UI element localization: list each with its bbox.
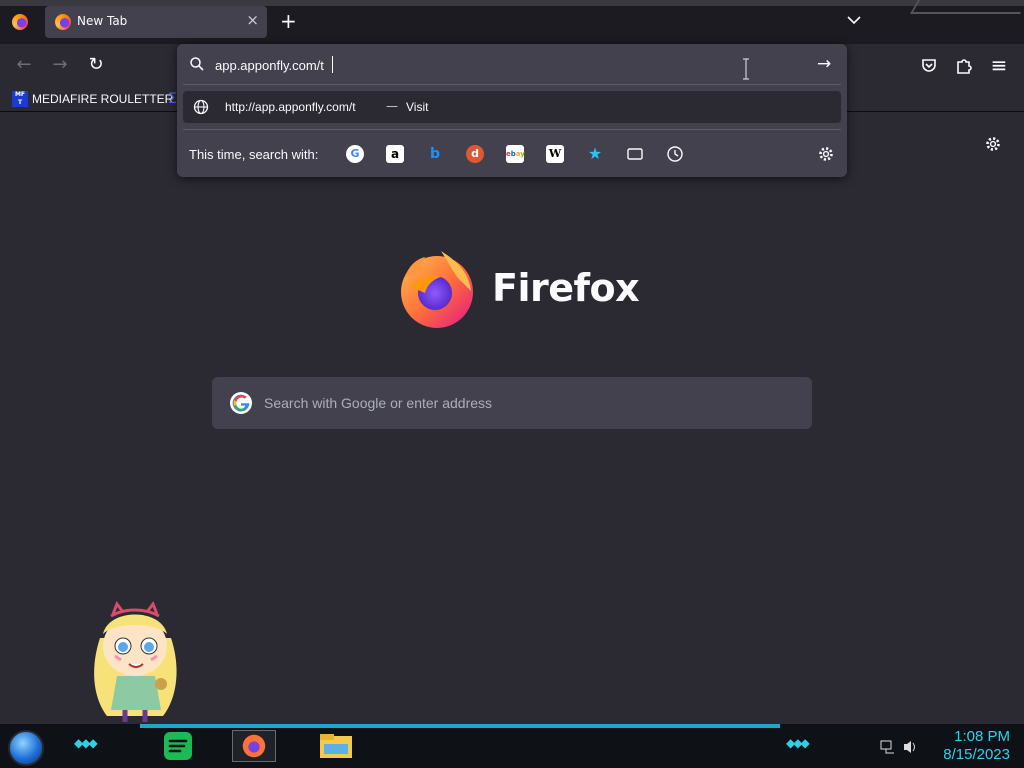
extensions-puzzle-icon[interactable] xyxy=(953,54,975,76)
system-clock[interactable]: 1:08 PM 8/15/2023 xyxy=(930,728,1010,764)
taskbar: ◆◆◆ ◆◆◆ 1:08 PM 8/15/2023 xyxy=(0,724,1024,768)
firefox-view-icon[interactable] xyxy=(12,14,28,30)
tab-strip: New Tab × + xyxy=(0,0,1024,44)
result-url: http://app.apponfly.com/t xyxy=(225,100,356,114)
new-tab-button[interactable]: + xyxy=(280,8,297,34)
bookmark-label: MEDIAFIRE ROULETTER xyxy=(32,92,174,106)
bookmark-mediafire-rouletter[interactable]: MF T MEDIAFIRE ROULETTER xyxy=(12,90,173,108)
text-caret xyxy=(332,56,333,73)
desktop-character-star-butterfly xyxy=(94,600,177,722)
taskbar-spotify-icon[interactable] xyxy=(158,730,202,762)
taskbar-firefox-icon[interactable] xyxy=(232,730,276,762)
newtab-search-box[interactable]: Search with Google or enter address xyxy=(212,377,812,429)
google-engine-icon[interactable]: G xyxy=(346,145,364,163)
taskbar-file-explorer-icon[interactable] xyxy=(314,730,358,762)
list-all-tabs-chevron-down-icon[interactable] xyxy=(846,12,862,28)
tab-new-tab[interactable]: New Tab × xyxy=(45,6,267,38)
pocket-icon[interactable] xyxy=(918,54,940,76)
result-action: Visit xyxy=(406,100,429,114)
tab-close-icon[interactable]: × xyxy=(246,11,259,29)
history-clock-icon[interactable] xyxy=(666,145,684,163)
app-menu-hamburger-icon[interactable]: ≡ xyxy=(988,54,1010,76)
tab-title: New Tab xyxy=(77,14,128,28)
search-placeholder: Search with Google or enter address xyxy=(264,395,493,411)
taskbar-accent-line xyxy=(140,724,780,728)
firefox-logo-icon xyxy=(401,251,473,328)
mouse-ibeam-cursor-icon xyxy=(743,58,749,80)
start-orb-button[interactable] xyxy=(8,730,44,766)
taskbar-decoration-chevrons: ◆◆◆ xyxy=(74,736,98,750)
wikipedia-engine-icon[interactable]: W xyxy=(546,145,564,163)
bing-engine-icon[interactable]: b xyxy=(426,145,444,163)
personalize-gear-icon[interactable] xyxy=(984,135,1002,153)
urlbar-popup: → http://app.apponfly.com/t — Visit This… xyxy=(177,44,847,177)
bookmark-sigma-icon[interactable]: Σ xyxy=(168,91,177,107)
search-icon xyxy=(190,57,204,71)
back-button[interactable]: ← xyxy=(13,54,35,76)
duckduckgo-engine-icon[interactable]: d xyxy=(466,145,484,163)
reload-button[interactable]: ↻ xyxy=(85,54,107,76)
one-off-label: This time, search with: xyxy=(189,147,319,162)
amazon-engine-icon[interactable]: a xyxy=(386,145,404,163)
globe-icon xyxy=(193,99,209,115)
forward-button[interactable]: → xyxy=(49,54,71,76)
ebay-engine-icon[interactable]: ebay xyxy=(506,145,525,163)
firefox-wordmark: Firefox xyxy=(492,266,640,310)
clock-date: 8/15/2023 xyxy=(943,746,1010,763)
one-off-search-bar: This time, search with: G a b d ebay W ★ xyxy=(177,130,847,177)
divider xyxy=(183,84,841,85)
go-arrow-button[interactable]: → xyxy=(817,54,831,74)
mediafire-bookmark-icon: MF T xyxy=(12,91,28,107)
taskbar-decoration-chevrons: ◆◆◆ xyxy=(786,736,810,750)
result-separator: — xyxy=(386,99,398,113)
search-settings-gear-icon[interactable] xyxy=(817,145,835,163)
urlbar-input[interactable] xyxy=(215,54,775,76)
clock-time: 1:08 PM xyxy=(954,728,1010,745)
urlbar: → xyxy=(177,44,847,84)
tab-favicon-icon xyxy=(55,14,71,30)
tabs-icon[interactable] xyxy=(626,145,644,163)
system-tray-network-volume-icons[interactable] xyxy=(880,738,920,756)
google-g-icon xyxy=(230,392,252,414)
bookmarks-star-icon[interactable]: ★ xyxy=(586,145,604,163)
theme-decoration xyxy=(909,0,1024,14)
urlbar-result-visit[interactable]: http://app.apponfly.com/t — Visit xyxy=(183,91,841,123)
